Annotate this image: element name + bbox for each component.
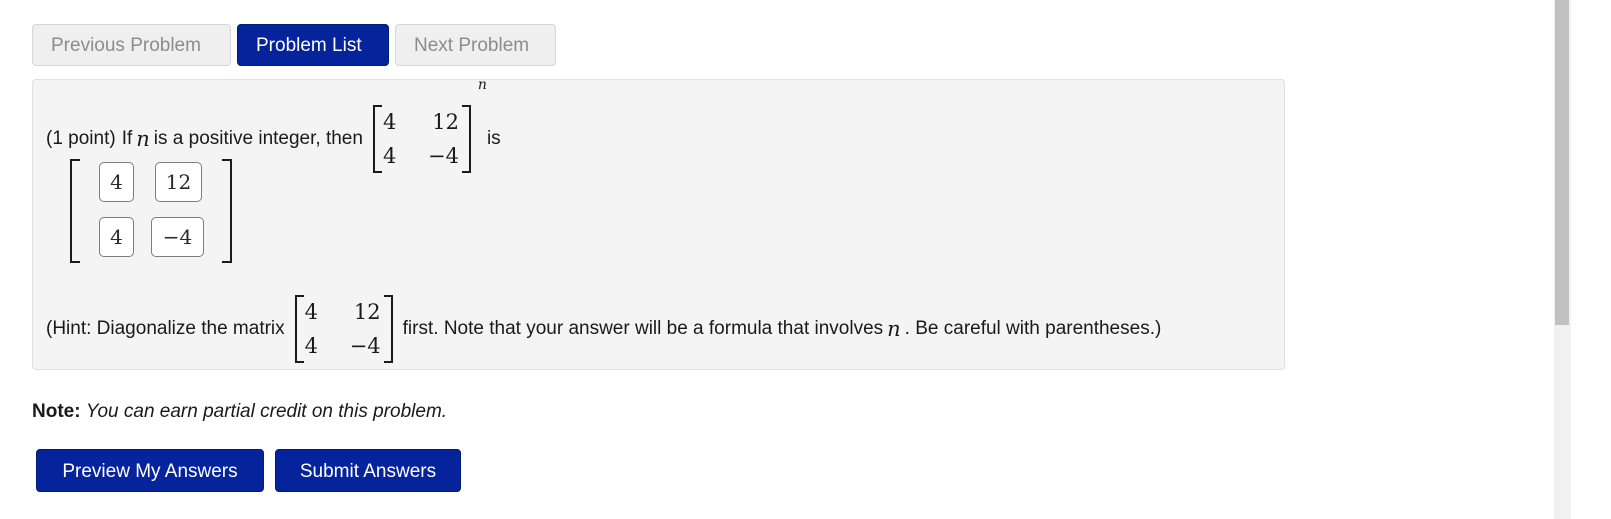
matrix-cell: 12 xyxy=(353,300,381,324)
hint-middle: first. Note that your answer will be a f… xyxy=(402,318,884,339)
matrix-exponent: n xyxy=(477,77,487,93)
hint-matrix: 4 12 4 −4 xyxy=(294,295,393,363)
matrix-cell: −4 xyxy=(349,334,381,358)
matrix-cell: −4 xyxy=(427,144,459,168)
preview-answers-button[interactable]: Preview My Answers xyxy=(36,449,264,492)
answer-actions: Preview My Answers Submit Answers xyxy=(36,449,461,492)
problem-box: (1 point) If n is a positive integer, th… xyxy=(32,77,1285,370)
hint-prefix: (Hint: Diagonalize the matrix xyxy=(46,318,285,339)
previous-problem-button[interactable]: Previous Problem xyxy=(32,24,231,66)
variable-n: n xyxy=(136,127,150,151)
answer-input-r2c2[interactable]: −4 xyxy=(151,217,204,257)
matrix-cell: 4 xyxy=(304,334,319,358)
statement-is: is xyxy=(486,128,501,149)
note-label: Note: xyxy=(32,401,81,422)
scrollbar-thumb[interactable] xyxy=(1555,0,1569,325)
next-problem-button[interactable]: Next Problem xyxy=(395,24,556,66)
points-label: (1 point) xyxy=(46,128,116,149)
matrix-cell: 12 xyxy=(432,110,459,134)
partial-credit-note: Note: You can earn partial credit on thi… xyxy=(32,401,447,423)
hint: (Hint: Diagonalize the matrix 4 12 4 −4 … xyxy=(46,295,1161,363)
answer-input-r2c1[interactable]: 4 xyxy=(99,217,134,257)
submit-answers-button[interactable]: Submit Answers xyxy=(275,449,461,492)
problem-navigation: Previous Problem Problem List Next Probl… xyxy=(32,24,556,66)
hint-variable-n: n xyxy=(887,317,901,341)
matrix-cell: 4 xyxy=(382,110,397,134)
note-text: You can earn partial credit on this prob… xyxy=(85,401,448,422)
problem-list-button[interactable]: Problem List xyxy=(237,24,389,66)
matrix-cell: 4 xyxy=(382,144,397,168)
answer-matrix: 4 12 4 −4 xyxy=(70,159,232,263)
hint-suffix: . Be careful with parentheses.) xyxy=(904,318,1162,339)
matrix-cell: 4 xyxy=(304,300,319,324)
statement-text: is a positive integer, then xyxy=(153,128,363,149)
answer-input-r1c2[interactable]: 12 xyxy=(155,162,202,202)
statement-if: If xyxy=(121,128,133,149)
answer-input-r1c1[interactable]: 4 xyxy=(99,162,134,202)
statement-matrix: 4 12 4 −4 n xyxy=(372,77,487,173)
